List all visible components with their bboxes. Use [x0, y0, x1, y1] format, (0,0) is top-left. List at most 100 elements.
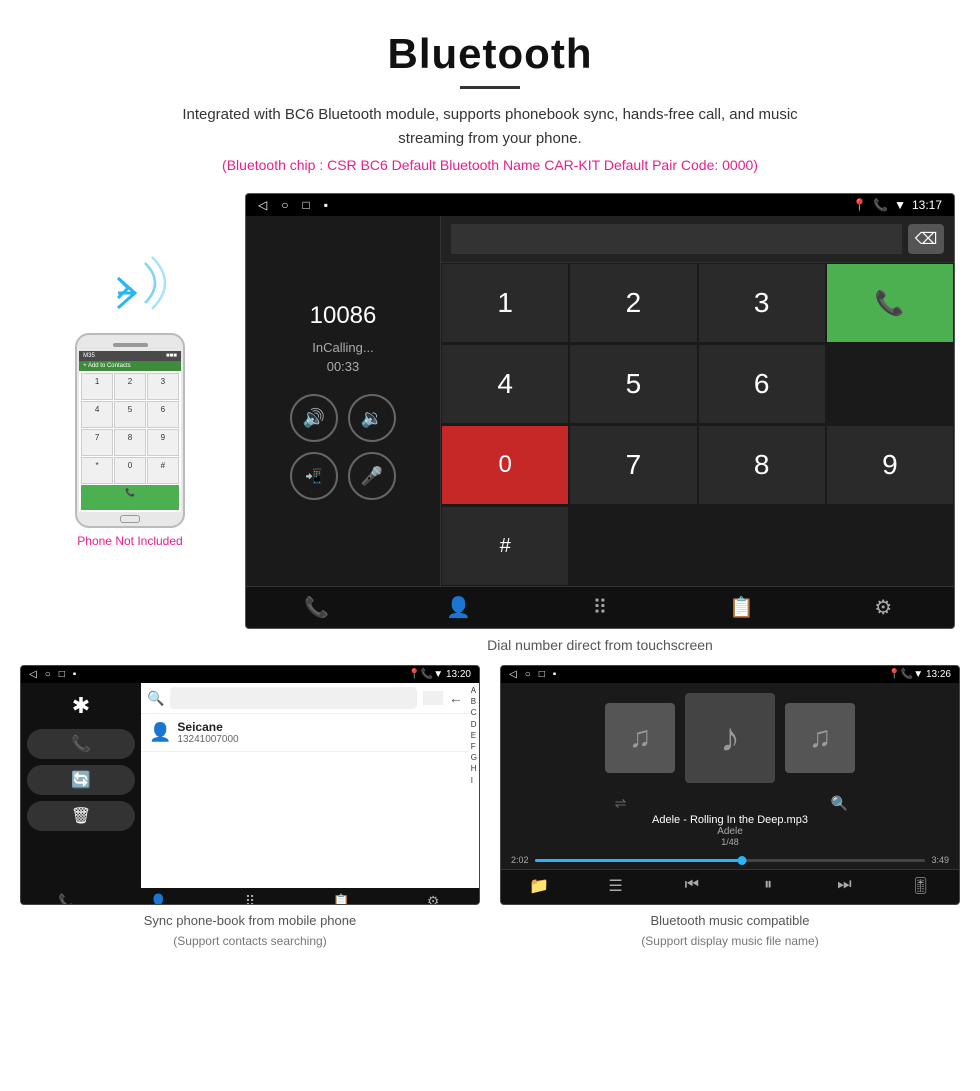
- phonebook-content: 🔍 ← 👤 Seicane 13241007000: [141, 683, 469, 888]
- mute-button[interactable]: 🎤: [348, 452, 396, 500]
- numpad-key-hash[interactable]: #: [441, 506, 569, 586]
- music-list-icon[interactable]: ☰: [577, 870, 653, 902]
- dialer-status: InCalling...: [312, 340, 373, 355]
- phone-speaker: [113, 343, 148, 347]
- phone-key-1: 1: [81, 373, 113, 400]
- phonebook-caption: Sync phone-book from mobile phone (Suppo…: [144, 911, 356, 950]
- phone-key-3: 3: [147, 373, 179, 400]
- pb-search-icon: 🔍: [147, 690, 164, 707]
- music-status-right: 📍📞▼ 13:26: [888, 669, 951, 680]
- phonebook-status-bar: ◁ ○ □ ▪ 📍📞▼ 13:20: [21, 666, 479, 683]
- music-status-bar: ◁ ○ □ ▪ 📍📞▼ 13:26: [501, 666, 959, 683]
- phone-key-6: 6: [147, 401, 179, 428]
- pb-contact-icon: 👤: [149, 722, 171, 743]
- phone-illustration: M35■■■ + Add to Contacts 1 2 3 4 5 6 7 8…: [20, 193, 240, 548]
- main-content: M35■■■ + Add to Contacts 1 2 3 4 5 6 7 8…: [0, 183, 980, 665]
- nav-settings[interactable]: ⚙: [812, 595, 954, 620]
- pb-delete-btn[interactable]: 🗑: [27, 801, 135, 831]
- music-info: Adele - Rolling In the Deep.mp3 Adele 1/…: [501, 814, 959, 851]
- numpad-key-8[interactable]: 8: [698, 425, 826, 505]
- nav-calls[interactable]: 📞: [246, 595, 388, 620]
- music-controls-row: 📁 ☰ ⏮ ⏸ ⏭ 🎚: [501, 869, 959, 902]
- transfer-button[interactable]: 📲: [290, 452, 338, 500]
- car-dialer-screen: ◁ ○ □ ▪ 📍 📞 ▼ 13:17 10086 InCalling... 0: [245, 193, 955, 629]
- music-prev-button[interactable]: ⏮: [654, 870, 730, 902]
- volume-up-button[interactable]: 🔊: [290, 394, 338, 442]
- phone-key-8: 8: [114, 429, 146, 456]
- phonebook-body: ✱ 📞 🔄 🗑 🔍 ← 👤: [21, 683, 479, 888]
- music-card: ◁ ○ □ ▪ 📍📞▼ 13:26 ♫ ♪ ♫ ⇌ 🔍: [500, 665, 960, 950]
- title-divider: [460, 86, 520, 89]
- phone-not-included-label: Phone Not Included: [77, 534, 182, 548]
- pb-back-arrow[interactable]: ←: [449, 690, 463, 706]
- pb-bluetooth-icon: ✱: [27, 689, 135, 723]
- numpad-key-3[interactable]: 3: [698, 263, 826, 343]
- music-folder-icon[interactable]: 📁: [501, 870, 577, 902]
- page-subtitle: Integrated with BC6 Bluetooth module, su…: [165, 103, 815, 151]
- page-header: Bluetooth Integrated with BC6 Bluetooth …: [0, 0, 980, 183]
- music-album-area: ♫ ♪ ♫: [501, 683, 959, 793]
- album-art-main: ♪: [685, 693, 775, 783]
- music-progress-bar: 2:02 3:49: [501, 851, 959, 869]
- bluetooth-signal-svg: [90, 243, 170, 323]
- pb-sync-btn[interactable]: 🔄: [27, 765, 135, 795]
- phone-key-7: 7: [81, 429, 113, 456]
- pb-call-btn[interactable]: 📞: [27, 729, 135, 759]
- numpad: 1 2 3 📞 4 5 6 0 7 8 9 #: [441, 263, 954, 586]
- phonebook-nav: 📞 👤 ⠿ 📋 ⚙: [21, 888, 479, 905]
- pb-nav-calls[interactable]: 📞: [21, 893, 113, 905]
- numpad-key-2[interactable]: 2: [569, 263, 697, 343]
- dialer-controls: 🔊 🔉: [290, 394, 396, 442]
- numpad-key-1[interactable]: 1: [441, 263, 569, 343]
- pb-nav-contacts[interactable]: 👤: [113, 893, 205, 905]
- phone-home-button: [120, 515, 140, 523]
- nav-messages[interactable]: 📋: [671, 595, 813, 620]
- phonebook-sidebar: ✱ 📞 🔄 🗑: [21, 683, 141, 888]
- music-recent-icon: □: [539, 669, 545, 680]
- music-time-current: 2:02: [511, 855, 529, 865]
- phone-key-0: 0: [114, 457, 146, 484]
- pb-nav-settings[interactable]: ⚙: [387, 893, 479, 905]
- music-next-button[interactable]: ⏭: [806, 870, 882, 902]
- numpad-key-7[interactable]: 7: [569, 425, 697, 505]
- dialer-input-field[interactable]: [451, 224, 902, 254]
- main-screen-caption: Dial number direct from touchscreen: [487, 637, 713, 653]
- phone-screen: M35■■■ + Add to Contacts 1 2 3 4 5 6 7 8…: [79, 351, 181, 512]
- music-search-icon[interactable]: 🔍: [730, 795, 949, 812]
- music-eq-icon[interactable]: 🎚: [883, 870, 959, 902]
- numpad-call-button[interactable]: 📞: [826, 263, 954, 343]
- pb-nav-dialpad[interactable]: ⠿: [204, 893, 296, 905]
- pb-recent-icon: □: [59, 669, 65, 680]
- status-right: 📍 📞 ▼ 13:17: [852, 198, 942, 212]
- numpad-key-0[interactable]: 0: [441, 425, 569, 505]
- phonebook-status-right: 📍📞▼ 13:20: [408, 669, 471, 680]
- pb-nav-messages[interactable]: 📋: [296, 893, 388, 905]
- phonebook-letters: A B C D E F G H I: [469, 683, 479, 888]
- backspace-button[interactable]: ⌫: [908, 224, 944, 254]
- progress-bar-track[interactable]: [535, 859, 926, 862]
- dialer-screen: 10086 InCalling... 00:33 🔊 🔉 📲 🎤: [246, 216, 954, 586]
- phonebook-main: 🔍 ← 👤 Seicane 13241007000: [141, 683, 479, 888]
- music-artist: Adele: [511, 826, 949, 837]
- phonebook-contact-row[interactable]: 👤 Seicane 13241007000: [141, 714, 469, 752]
- numpad-key-6[interactable]: 6: [698, 344, 826, 424]
- phone-screen-status: M35■■■: [79, 351, 181, 361]
- nav-contacts[interactable]: 👤: [388, 595, 530, 620]
- progress-bar-fill: [535, 859, 742, 862]
- volume-down-button[interactable]: 🔉: [348, 394, 396, 442]
- music-time-total: 3:49: [931, 855, 949, 865]
- bluetooth-signal: [90, 243, 170, 323]
- phone-key-5: 5: [114, 401, 146, 428]
- phone-key-hash: #: [147, 457, 179, 484]
- numpad-key-4[interactable]: 4: [441, 344, 569, 424]
- nav-dialpad[interactable]: ⠿: [529, 595, 671, 620]
- location-icon: 📍: [852, 198, 867, 212]
- numpad-key-5[interactable]: 5: [569, 344, 697, 424]
- music-play-pause-button[interactable]: ⏸: [730, 870, 806, 902]
- dialer-input-row: ⌫: [441, 216, 954, 263]
- album-art-left: ♫: [605, 703, 675, 773]
- phonebook-search-input[interactable]: [170, 687, 416, 709]
- music-back-icon: ◁: [509, 669, 517, 680]
- shuffle-icon[interactable]: ⇌: [511, 795, 730, 812]
- numpad-key-9[interactable]: 9: [826, 425, 954, 505]
